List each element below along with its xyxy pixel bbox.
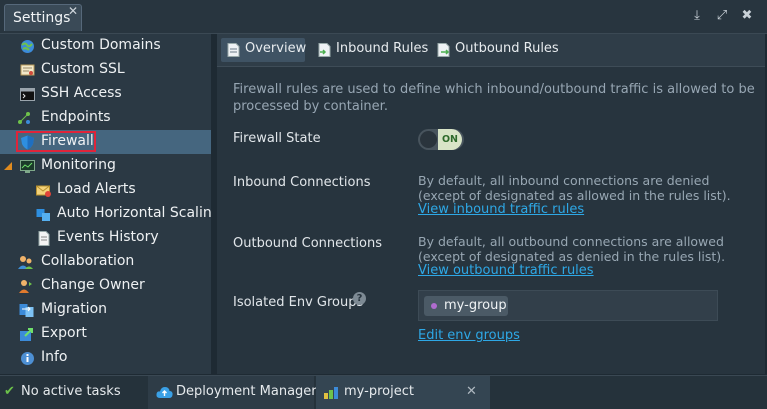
- sidebar-item-label: Collaboration: [41, 253, 135, 269]
- download-icon[interactable]: ⤓: [690, 9, 704, 23]
- window-titlebar: Settings ✕ ⤓ ⤢ ✖: [0, 0, 767, 34]
- inbound-connections-label: Inbound Connections: [233, 175, 371, 190]
- firewall-state-label: Firewall State: [233, 131, 321, 146]
- sidebar-item-label: Info: [41, 349, 68, 365]
- tab-inbound-rules-label: Inbound Rules: [336, 41, 429, 56]
- expand-icon[interactable]: ⤢: [715, 9, 729, 23]
- terminal-icon: [20, 88, 35, 101]
- sidebar-item-monitoring[interactable]: Monitoring: [0, 154, 211, 178]
- sidebar-item-label: Custom SSL: [41, 61, 125, 77]
- close-icon[interactable]: ✖: [740, 9, 754, 23]
- isolated-env-groups-label: Isolated Env Groups: [233, 295, 364, 310]
- shield-icon: [21, 135, 34, 150]
- sidebar-item-label: Export: [41, 325, 87, 341]
- close-project-tab-icon[interactable]: ✕: [466, 384, 477, 399]
- sidebar-item-label: Custom Domains: [41, 37, 161, 53]
- monitor-icon: [20, 160, 35, 173]
- inbound-connections-text: By default, all inbound connections are …: [418, 173, 731, 203]
- cloud-upload-icon: [156, 387, 173, 398]
- export-icon: [20, 328, 33, 341]
- sidebar-item-label: Firewall: [41, 133, 94, 149]
- view-outbound-rules-link[interactable]: View outbound traffic rules: [418, 263, 594, 278]
- endpoints-icon: [18, 112, 30, 124]
- outbound-connections-text: By default, all outbound connections are…: [418, 234, 726, 264]
- isolated-env-groups-field[interactable]: my-group: [418, 290, 718, 321]
- active-tasks[interactable]: ✔ No active tasks: [0, 376, 146, 409]
- sidebar-item-label: Monitoring: [41, 157, 116, 173]
- sidebar-item-label: Migration: [41, 301, 108, 317]
- sidebar-item-label: Events History: [57, 229, 159, 245]
- sidebar-item-label: Auto Horizontal Scaling: [57, 205, 221, 221]
- tab-deployment-manager[interactable]: Deployment Manager: [148, 376, 317, 409]
- edit-env-groups-link[interactable]: Edit env groups: [418, 328, 520, 343]
- tab-my-project[interactable]: my-project ✕: [316, 376, 490, 409]
- sidebar-item-label: Load Alerts: [57, 181, 136, 197]
- sidebar-item-endpoints[interactable]: Endpoints: [0, 106, 211, 130]
- scaling-icon: [36, 209, 50, 221]
- sidebar-item-custom-domains[interactable]: Custom Domains: [0, 34, 211, 58]
- sidebar-item-label: Endpoints: [41, 109, 111, 125]
- toggle-knob: [420, 131, 437, 148]
- status-bar: ✔ No active tasks Deployment Manager my-…: [0, 375, 767, 409]
- toggle-on-text: ON: [438, 129, 462, 150]
- settings-sidebar: Custom Domains Custom SSL SSH Access End…: [0, 34, 221, 374]
- sidebar-item-auto-horizontal-scaling[interactable]: Auto Horizontal Scaling: [0, 202, 221, 226]
- sidebar-item-label: Change Owner: [41, 277, 145, 293]
- change-owner-icon: [19, 280, 32, 293]
- sidebar-item-ssh-access[interactable]: SSH Access: [0, 82, 211, 106]
- firewall-description: Firewall rules are used to define which …: [233, 82, 755, 114]
- sidebar-item-collaboration[interactable]: Collaboration: [0, 250, 211, 274]
- sidebar-item-info[interactable]: Info: [0, 346, 211, 370]
- globe-icon: [21, 40, 34, 53]
- mail-alert-icon: [36, 185, 51, 197]
- overview-icon: [227, 43, 240, 57]
- env-group-chip-label: my-group: [444, 298, 507, 313]
- sidebar-item-change-owner[interactable]: Change Owner: [0, 274, 211, 298]
- tab-outbound-rules[interactable]: Outbound Rules: [431, 38, 559, 62]
- view-inbound-rules-link[interactable]: View inbound traffic rules: [418, 202, 584, 217]
- help-icon[interactable]: ?: [353, 292, 366, 305]
- tab-settings[interactable]: Settings ✕: [4, 4, 82, 31]
- firewall-panel: Overview Inbound Rules Outbound Rules Fi…: [217, 34, 765, 374]
- users-icon: [18, 256, 33, 269]
- migration-icon: [19, 304, 34, 317]
- firewall-tabs: Overview Inbound Rules Outbound Rules: [217, 34, 765, 67]
- sidebar-item-firewall[interactable]: Firewall: [0, 130, 211, 154]
- document-icon: [38, 231, 50, 246]
- tab-outbound-rules-label: Outbound Rules: [455, 41, 559, 56]
- tab-overview[interactable]: Overview: [221, 38, 307, 62]
- sidebar-item-export[interactable]: Export: [0, 322, 211, 346]
- outbound-connections-label: Outbound Connections: [233, 236, 382, 251]
- tab-inbound-rules[interactable]: Inbound Rules: [312, 38, 428, 62]
- outbound-rules-icon: [437, 43, 450, 57]
- firewall-state-toggle[interactable]: ON: [418, 129, 464, 150]
- active-tasks-label: No active tasks: [21, 384, 121, 399]
- info-icon: [21, 352, 34, 365]
- my-project-label: my-project: [344, 384, 414, 399]
- expand-triangle-icon[interactable]: [4, 162, 13, 171]
- certificate-icon: [20, 64, 35, 76]
- tab-overview-label: Overview: [245, 41, 307, 56]
- sidebar-item-migration[interactable]: Migration: [0, 298, 211, 322]
- deployment-manager-label: Deployment Manager: [176, 384, 317, 399]
- sidebar-item-custom-ssl[interactable]: Custom SSL: [0, 58, 211, 82]
- tab-close-icon[interactable]: ✕: [68, 4, 78, 18]
- group-color-dot: [431, 303, 437, 309]
- sidebar-item-label: SSH Access: [41, 85, 122, 101]
- inbound-rules-icon: [318, 43, 331, 57]
- sidebar-item-events-history[interactable]: Events History: [0, 226, 211, 250]
- tab-settings-label: Settings: [13, 10, 71, 26]
- env-group-chip[interactable]: my-group: [424, 296, 508, 316]
- project-icon: [324, 387, 338, 399]
- sidebar-item-load-alerts[interactable]: Load Alerts: [0, 178, 211, 202]
- check-icon: ✔: [4, 384, 15, 399]
